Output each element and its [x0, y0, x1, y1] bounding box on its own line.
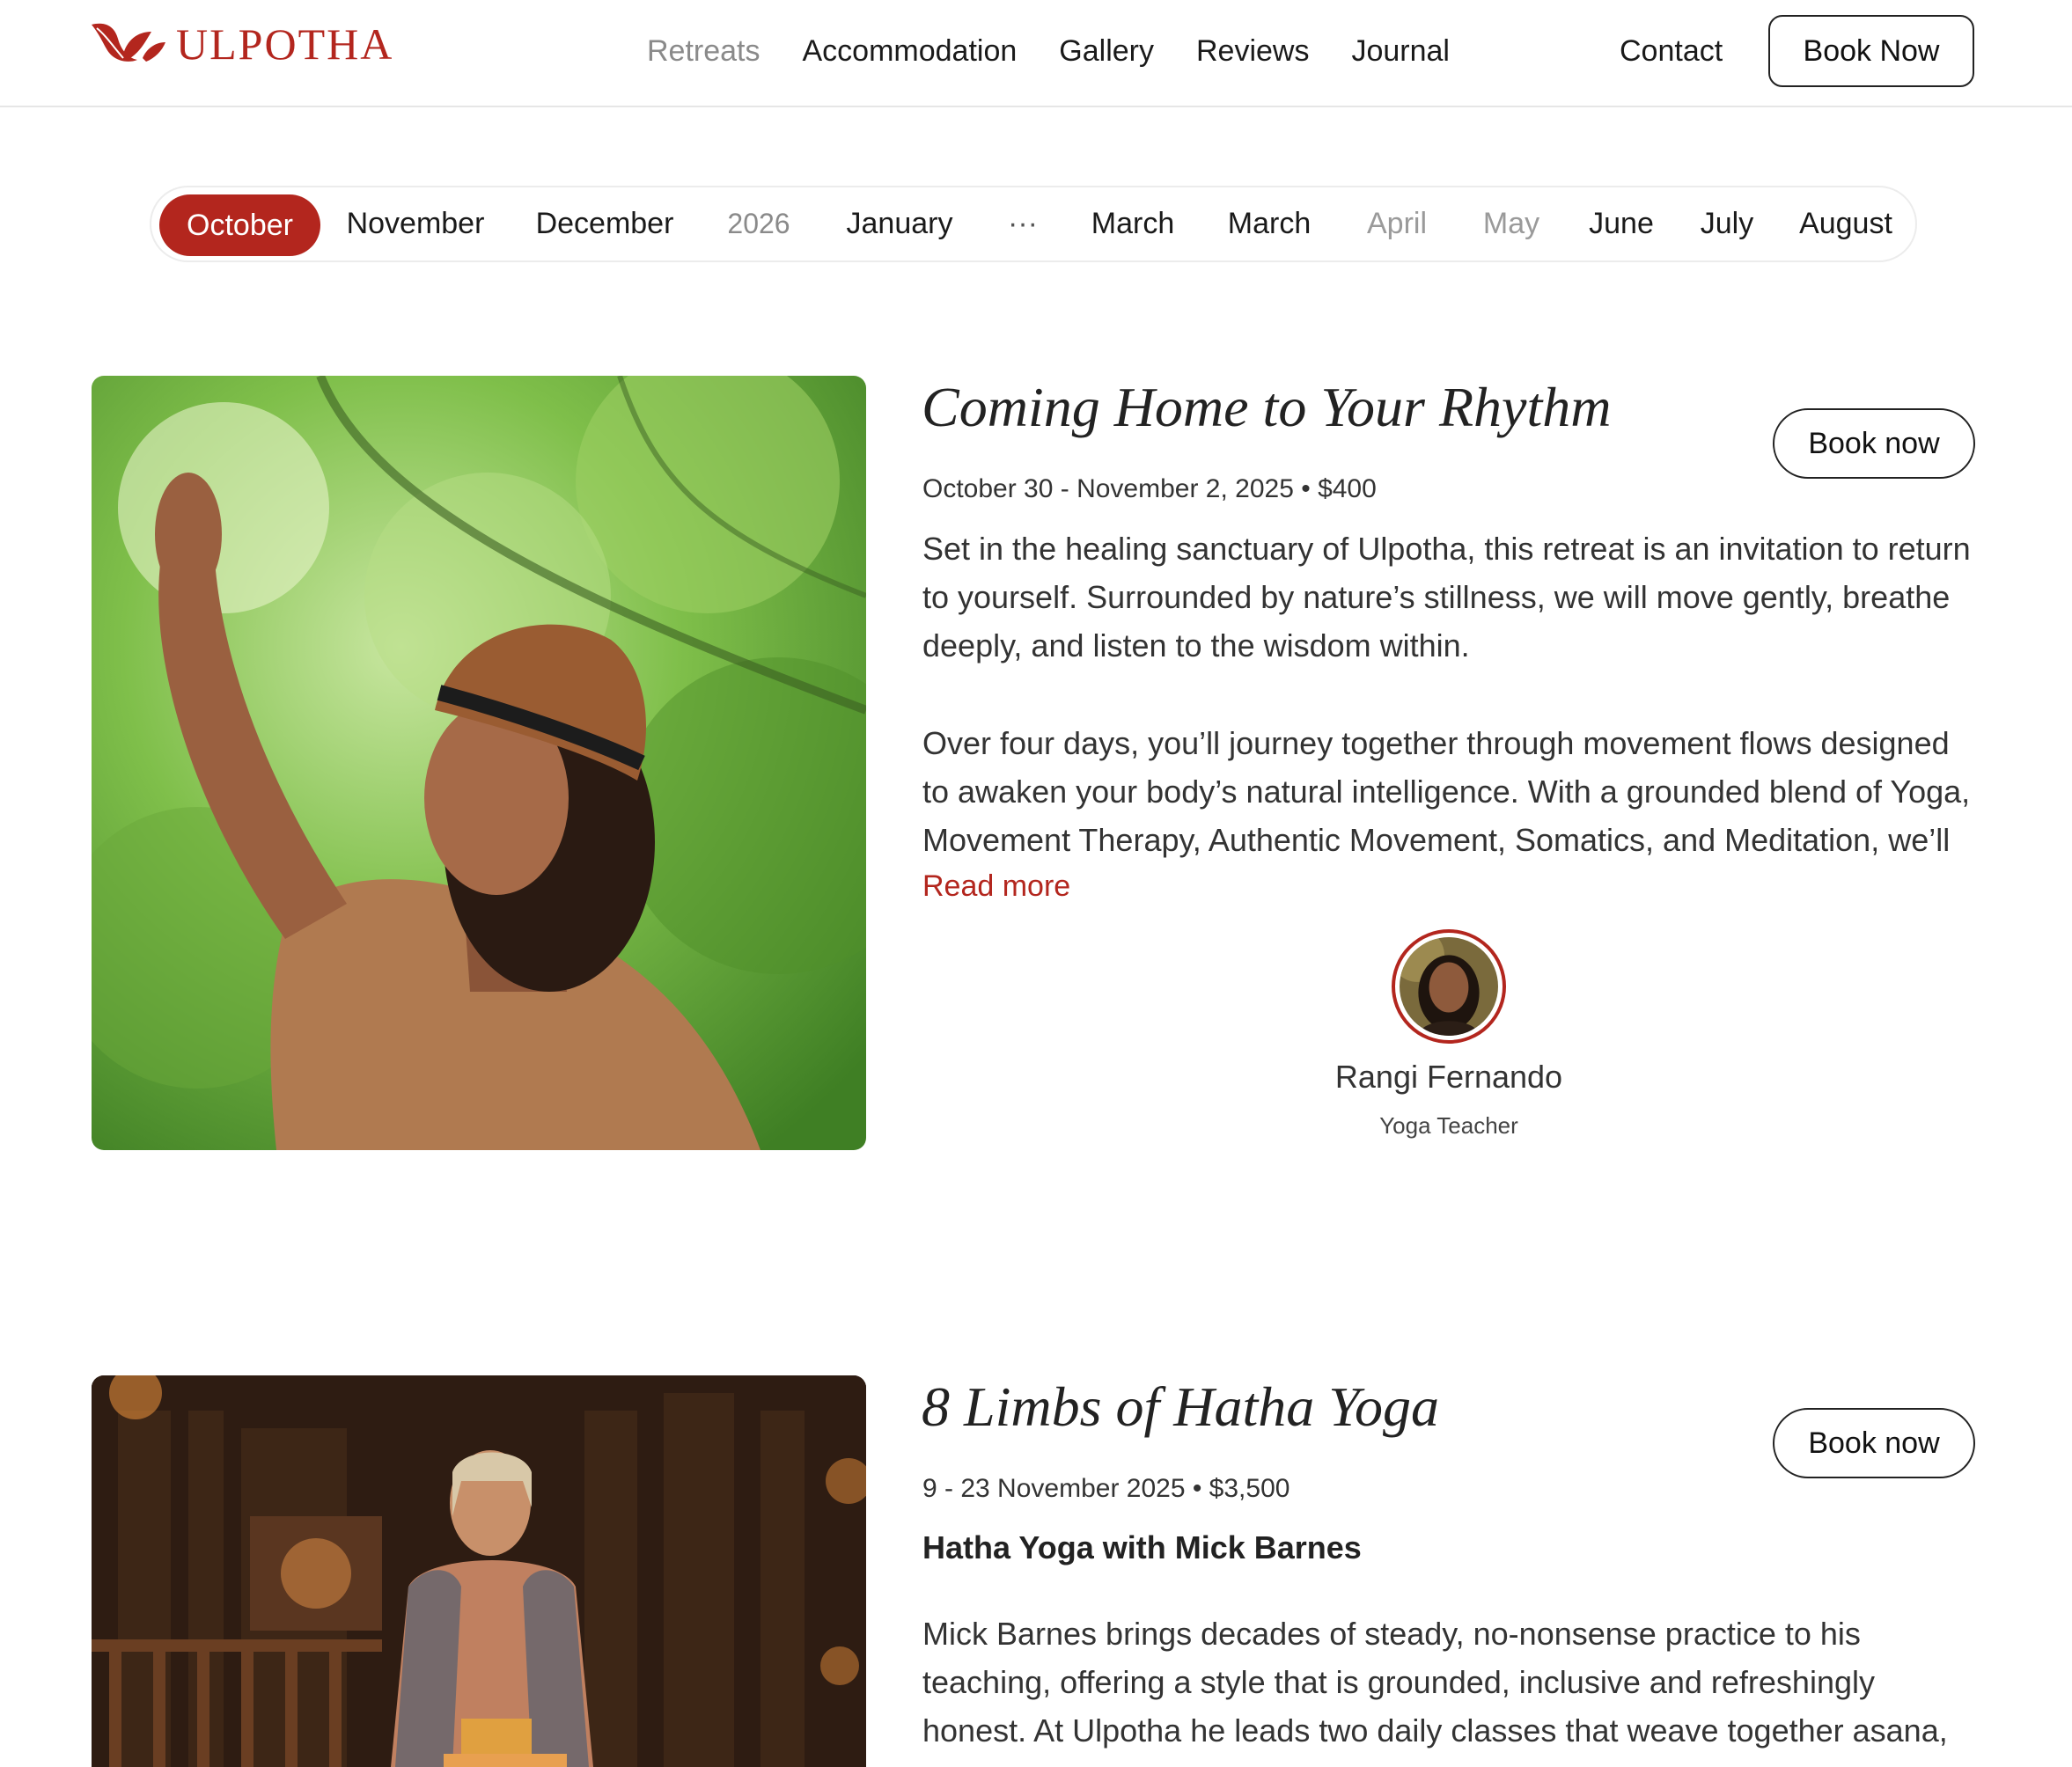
- retreat-title[interactable]: Coming Home to Your Rhythm: [922, 372, 1611, 443]
- retreat-image-teacher-on-porch[interactable]: [92, 1375, 866, 1767]
- logo[interactable]: ULPOTHA: [88, 19, 393, 69]
- retreat-description-p1: Set in the healing sanctuary of Ulpotha,…: [922, 531, 1971, 664]
- retreat-dates-price: October 30 - November 2, 2025 • $400: [922, 474, 1377, 503]
- nav-item-gallery[interactable]: Gallery: [1059, 30, 1154, 72]
- nav-item-retreats[interactable]: Retreats: [647, 30, 760, 72]
- teacher-avatar[interactable]: [1392, 929, 1506, 1044]
- month-tab-march[interactable]: March: [1071, 187, 1194, 260]
- retreat-title-2[interactable]: 8 Limbs of Hatha Yoga: [922, 1372, 1439, 1442]
- retreat-image-woman-in-forest[interactable]: [92, 376, 866, 1150]
- retreat-subtitle-2: Hatha Yoga with Mick Barnes: [922, 1529, 1362, 1565]
- month-tab-july[interactable]: July: [1679, 187, 1775, 260]
- teacher-role: Yoga Teacher: [1379, 1112, 1518, 1139]
- retreat-description-2: Mick Barnes brings decades of steady, no…: [922, 1616, 1948, 1749]
- read-more-link[interactable]: Read more: [922, 865, 1070, 907]
- nav-item-journal[interactable]: Journal: [1351, 30, 1450, 72]
- leaf-bird-icon: [92, 23, 165, 62]
- month-tab-november[interactable]: November: [336, 187, 495, 260]
- book-now-button-2[interactable]: Book now: [1773, 1408, 1975, 1478]
- nav-item-contact[interactable]: Contact: [1620, 30, 1723, 72]
- month-tab-october[interactable]: October: [159, 194, 320, 256]
- month-tab-june[interactable]: June: [1569, 187, 1674, 260]
- nav-item-reviews[interactable]: Reviews: [1196, 30, 1309, 72]
- retreat-description-p2: Over four days, you’ll journey together …: [922, 725, 1971, 858]
- main-nav: Retreats Accommodation Gallery Reviews J…: [647, 30, 1492, 72]
- month-tab-january[interactable]: January: [829, 187, 970, 260]
- month-tab-august[interactable]: August: [1780, 187, 1912, 260]
- month-tab-march-2[interactable]: March: [1208, 187, 1331, 260]
- teacher-name[interactable]: Rangi Fernando: [1273, 1053, 1625, 1101]
- month-tab-april[interactable]: April: [1340, 187, 1454, 260]
- month-tab-december[interactable]: December: [525, 187, 684, 260]
- retreat-dates-price-2: 9 - 23 November 2025 • $3,500: [922, 1474, 1290, 1503]
- book-now-button[interactable]: Book now: [1773, 408, 1975, 479]
- month-filter: October November December 2026 January ·…: [150, 186, 1917, 262]
- year-label-2026: 2026: [727, 208, 790, 239]
- header-book-now-button[interactable]: Book Now: [1768, 15, 1974, 87]
- month-tab-may[interactable]: May: [1458, 187, 1564, 260]
- logo-text: ULPOTHA: [176, 19, 394, 69]
- nav-item-accommodation[interactable]: Accommodation: [803, 30, 1018, 72]
- site-header: ULPOTHA Retreats Accommodation Gallery R…: [0, 0, 2072, 107]
- more-months-icon[interactable]: ···: [988, 187, 1058, 260]
